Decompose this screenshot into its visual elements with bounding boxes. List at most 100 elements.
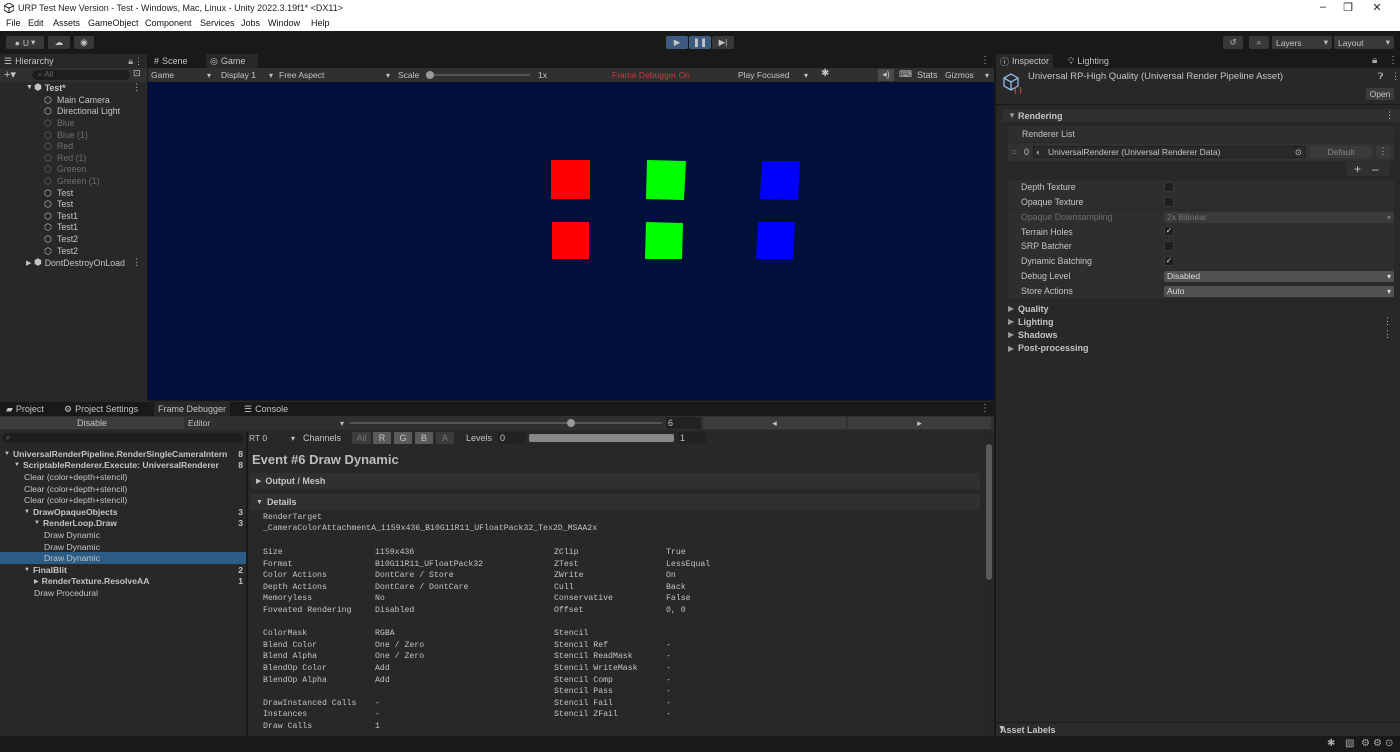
add-icon[interactable]: + bbox=[1354, 162, 1361, 176]
tab-lighting[interactable]: 💡︎ Lighting bbox=[1064, 54, 1113, 68]
diagnostics-icon[interactable]: ⚙ bbox=[1373, 738, 1382, 749]
hierarchy-item[interactable]: ⬡ Test bbox=[0, 198, 147, 210]
frame-event-item[interactable]: ▶ RenderTexture.ResolveAA 1 bbox=[0, 576, 246, 588]
tab-game[interactable]: ◎ Game bbox=[206, 54, 258, 68]
layers-dropdown[interactable]: Layers ▾ bbox=[1272, 36, 1332, 49]
hierarchy-item[interactable]: ⬡ Red bbox=[0, 140, 147, 152]
aspect-dropdown[interactable]: Free Aspect bbox=[279, 69, 390, 81]
menu-services[interactable]: Services bbox=[200, 18, 235, 28]
kebab-icon[interactable]: ⋮ bbox=[132, 257, 141, 268]
layout-dropdown[interactable]: Layout ▾ bbox=[1334, 36, 1394, 49]
hierarchy-item[interactable]: ⬡ Blue (1) bbox=[0, 129, 147, 141]
scene-visibility-icon[interactable]: ⊡ bbox=[133, 68, 141, 79]
kebab-icon[interactable]: ⋮ bbox=[980, 55, 990, 66]
frame-event-item[interactable]: ▼ UniversalRenderPipeline.RenderSingleCam… bbox=[0, 448, 246, 460]
tab-console[interactable]: ☰ Console bbox=[240, 402, 292, 416]
scrollbar-thumb[interactable] bbox=[986, 444, 992, 580]
tab-inspector[interactable]: ⓘ Inspector bbox=[996, 54, 1054, 68]
kebab-icon[interactable]: ⋮ bbox=[1385, 110, 1394, 121]
property-checkbox[interactable]: ✓ bbox=[1164, 226, 1174, 237]
rendering-foldout[interactable]: ▼ Rendering ⋮ bbox=[1002, 109, 1400, 122]
menu-component[interactable]: Component bbox=[145, 18, 192, 28]
levels-min-field[interactable]: 0 bbox=[498, 432, 526, 444]
channel-r[interactable]: R bbox=[373, 432, 391, 444]
section-foldout[interactable]: ▶ Lighting ⋮ bbox=[996, 315, 1400, 328]
event-slider-handle[interactable] bbox=[567, 419, 575, 427]
frame-event-item[interactable]: Draw Dynamic bbox=[0, 552, 246, 564]
frame-event-item[interactable]: ▼ ScriptableRenderer.Execute: UniversalRe… bbox=[0, 460, 246, 472]
section-foldout[interactable]: ▶ Quality bbox=[996, 302, 1400, 315]
kebab-icon[interactable]: ⋮ bbox=[1388, 55, 1398, 66]
cache-icon[interactable]: ⚙ bbox=[1361, 738, 1370, 749]
settings-icon[interactable]: ⊙ bbox=[1385, 738, 1393, 749]
menu-assets[interactable]: Assets bbox=[53, 18, 80, 28]
stats-button[interactable]: Stats bbox=[917, 70, 938, 80]
foldout-arrow-icon[interactable]: ▼ bbox=[4, 451, 10, 457]
section-foldout[interactable]: ▶ Post-processing bbox=[996, 342, 1400, 355]
prev-event-button[interactable]: ◂ bbox=[703, 417, 846, 429]
disable-button[interactable]: Disable bbox=[0, 417, 184, 429]
property-checkbox[interactable] bbox=[1164, 241, 1174, 252]
kebab-icon[interactable]: ⋮ bbox=[134, 56, 143, 67]
menu-edit[interactable]: Edit bbox=[28, 18, 44, 28]
property-dropdown[interactable]: Auto bbox=[1164, 285, 1394, 297]
hierarchy-item[interactable]: ⬡ Test1 bbox=[0, 210, 147, 222]
maximize-icon[interactable]: ❐ bbox=[1338, 1, 1358, 14]
default-button[interactable]: Default bbox=[1310, 146, 1372, 158]
tab-hierarchy[interactable]: ☰ Hierarchy 🔒︎ ⋮ bbox=[0, 54, 147, 68]
frame-event-item[interactable]: Draw Dynamic bbox=[0, 529, 246, 541]
lock-icon[interactable]: 🔒︎ bbox=[128, 56, 133, 67]
lock-icon[interactable]: 🔒︎ bbox=[1372, 55, 1377, 66]
object-picker-icon[interactable]: ⊙ bbox=[1295, 147, 1302, 157]
event-index-field[interactable]: 6 bbox=[666, 417, 701, 429]
hierarchy-item[interactable]: ⬡ Test2 bbox=[0, 245, 147, 257]
play-button[interactable]: ▶ bbox=[666, 36, 688, 49]
step-button[interactable]: ▶| bbox=[712, 36, 734, 49]
kebab-icon[interactable]: ⋮ bbox=[1391, 71, 1400, 82]
frame-event-item[interactable]: Clear (color+depth+stencil) bbox=[0, 483, 246, 495]
kebab-icon[interactable]: ⋮ bbox=[980, 403, 990, 414]
gizmos-dropdown[interactable]: Gizmos bbox=[945, 69, 989, 81]
details-scrollbar[interactable] bbox=[985, 432, 993, 736]
remove-icon[interactable]: – bbox=[1372, 162, 1379, 176]
foldout-arrow-icon[interactable]: ▶ bbox=[34, 578, 39, 585]
channel-a[interactable]: A bbox=[436, 432, 454, 444]
tab-scene[interactable]: # Scene bbox=[150, 54, 192, 68]
channel-b[interactable]: B bbox=[415, 432, 433, 444]
bug-icon[interactable]: ✱ bbox=[1327, 738, 1335, 749]
kebab-icon[interactable]: ⋮ bbox=[1383, 316, 1392, 327]
channel-all[interactable]: All bbox=[352, 432, 371, 444]
frame-event-item[interactable]: Clear (color+depth+stencil) bbox=[0, 471, 246, 483]
frame-event-item[interactable]: ▼ FinalBlit 2 bbox=[0, 564, 246, 576]
cloud-button[interactable]: ☁ bbox=[48, 36, 70, 49]
drag-handle-icon[interactable]: = bbox=[1012, 147, 1017, 157]
add-icon[interactable]: +▾ bbox=[4, 68, 16, 81]
menu-gameobject[interactable]: GameObject bbox=[88, 18, 139, 28]
hierarchy-item[interactable]: ⬡ Test2 bbox=[0, 233, 147, 245]
asset-labels-bar[interactable]: ▼ Asset Labels bbox=[996, 722, 1400, 736]
collab-button[interactable]: ◉ bbox=[74, 36, 94, 49]
foldout-arrow-icon[interactable]: ▼ bbox=[14, 462, 20, 468]
foldout-arrow-icon[interactable]: ▼ bbox=[24, 509, 30, 515]
pause-button[interactable]: ❚❚ bbox=[689, 36, 711, 49]
mute-audio-icon[interactable]: ◂) bbox=[878, 69, 894, 81]
open-button[interactable]: Open bbox=[1366, 88, 1394, 100]
search-button[interactable]: ⌕ bbox=[1249, 36, 1269, 49]
game-viewport[interactable] bbox=[148, 82, 994, 400]
frame-event-item[interactable]: Draw Procedural bbox=[0, 587, 246, 599]
minimize-icon[interactable]: – bbox=[1313, 1, 1333, 13]
dontdestroy-root[interactable]: ▶ ⬢ DontDestroyOnLoad ⋮ bbox=[0, 257, 147, 269]
hierarchy-item[interactable]: ⬡ Test bbox=[0, 187, 147, 199]
tab-project-settings[interactable]: ⚙ Project Settings bbox=[60, 402, 142, 416]
renderer-object-field[interactable]: ◐ UniversalRenderer (Universal Renderer … bbox=[1033, 146, 1305, 158]
menu-help[interactable]: Help bbox=[311, 18, 330, 28]
editor-dropdown[interactable]: Editor bbox=[186, 417, 344, 429]
close-icon[interactable]: ✕ bbox=[1367, 1, 1387, 14]
account-button[interactable]: ● U ▾ bbox=[6, 36, 44, 49]
hierarchy-item[interactable]: ⬡ Test1 bbox=[0, 222, 147, 234]
scene-root[interactable]: ▼ ⬢ Test* ⋮ bbox=[0, 82, 147, 94]
shortcuts-icon[interactable]: ⌨ bbox=[899, 69, 912, 80]
hierarchy-item[interactable]: ⬡ Red (1) bbox=[0, 152, 147, 164]
rt-dropdown[interactable]: RT 0 bbox=[249, 432, 295, 444]
game-view-dropdown[interactable]: Game bbox=[151, 69, 211, 81]
